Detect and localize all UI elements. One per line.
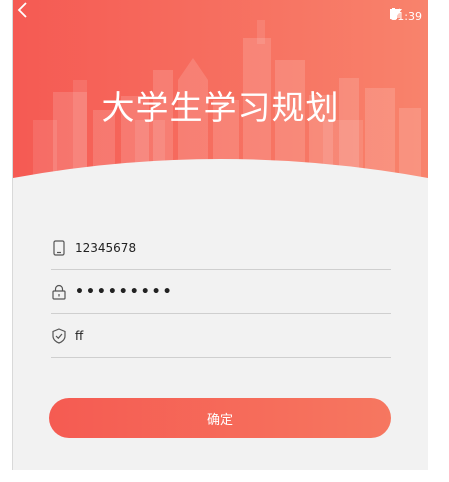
password-field[interactable]: •••••••••	[51, 270, 391, 314]
phone-field[interactable]: 12345678	[51, 226, 391, 270]
battery-icon	[390, 8, 398, 19]
password-value: •••••••••	[75, 283, 174, 300]
back-arrow-icon[interactable]	[13, 0, 33, 20]
phone-value: 12345678	[75, 240, 137, 255]
status-bar: 11:39	[390, 8, 422, 24]
verification-code-field[interactable]: ff	[51, 314, 391, 358]
confirm-button-label: 确定	[206, 412, 233, 428]
shield-check-icon	[52, 327, 66, 344]
login-form: 12345678 ••••••••• ff	[51, 226, 391, 358]
header-banner: 11:39 大学生学习规划	[13, 0, 428, 200]
confirm-button[interactable]: 确定	[49, 398, 391, 438]
page-title: 大学生学习规划	[101, 88, 340, 127]
code-value: ff	[75, 328, 84, 343]
mobile-phone-icon	[53, 239, 65, 256]
lock-icon	[52, 284, 66, 300]
app-screen: 11:39 大学生学习规划 12345678 ••••••••• ff 确定	[12, 0, 428, 470]
